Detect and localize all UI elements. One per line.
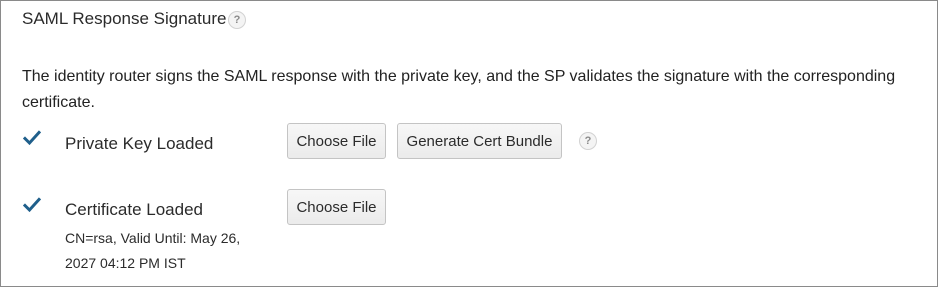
certificate-choose-file-button[interactable]: Choose File xyxy=(287,189,386,225)
checkmark-icon xyxy=(23,129,41,147)
saml-response-signature-panel: SAML Response Signature ? The identity r… xyxy=(0,0,938,287)
section-description: The identity router signs the SAML respo… xyxy=(22,68,896,111)
help-icon[interactable]: ? xyxy=(579,132,597,150)
private-key-choose-file-button[interactable]: Choose File xyxy=(287,123,386,159)
certificate-status-label: Certificate Loaded xyxy=(65,200,203,219)
help-icon[interactable]: ? xyxy=(228,11,246,29)
section-title: SAML Response Signature xyxy=(22,9,227,28)
checkmark-icon xyxy=(23,196,41,214)
private-key-status-label: Private Key Loaded xyxy=(65,134,214,153)
generate-cert-bundle-button[interactable]: Generate Cert Bundle xyxy=(397,123,562,159)
certificate-details: CN=rsa, Valid Until: May 26, 2027 04:12 … xyxy=(65,230,241,271)
